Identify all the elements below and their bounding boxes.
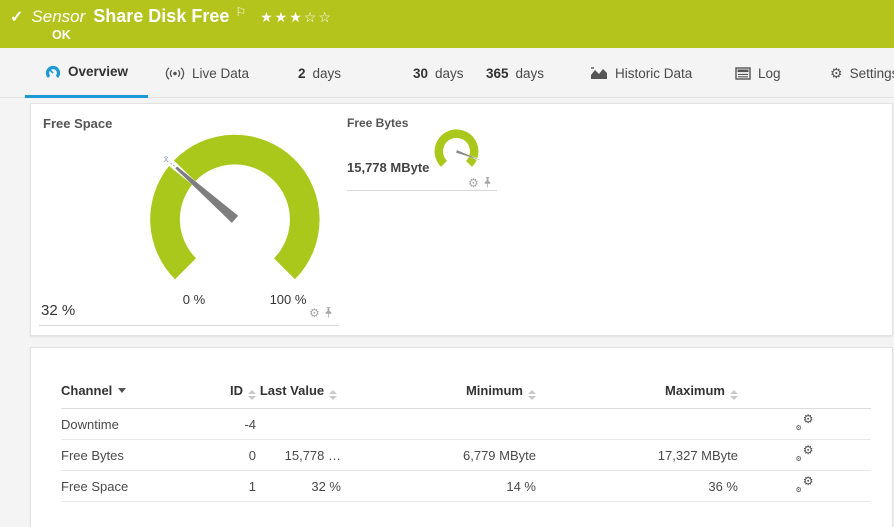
tab-label: Historic Data: [615, 66, 692, 81]
overview-gauges-panel: Free Space x̄ 0 % 100 % 32 % ⚙ Free Byte…: [30, 103, 893, 336]
channel-maximum: [536, 409, 738, 440]
tab-label: Log: [758, 66, 781, 81]
tab-log[interactable]: Log: [735, 48, 781, 98]
sensor-status-bar: ✓ Sensor Share Disk Free ⚐ ★★★☆☆ OK: [0, 0, 894, 48]
free-space-gauge-title: Free Space: [43, 116, 112, 131]
channel-settings-icon[interactable]: ⚙⚙: [796, 477, 814, 493]
live-data-icon: [165, 66, 185, 81]
tab-365-days[interactable]: 365 days: [486, 48, 544, 98]
channel-last-value: 15,778 …: [256, 440, 341, 471]
sort-arrows-icon: [248, 390, 256, 400]
sensor-type-label: Sensor: [31, 7, 85, 27]
stars-empty[interactable]: ☆☆: [304, 9, 333, 25]
priority-stars[interactable]: ★★★☆☆: [260, 9, 333, 26]
gauge-scale-min: 0 %: [164, 292, 224, 307]
free-space-gauge: x̄: [129, 108, 341, 320]
channel-name[interactable]: Downtime: [61, 409, 216, 440]
channel-name[interactable]: Free Bytes: [61, 440, 216, 471]
tab-label: days: [313, 66, 342, 81]
log-list-icon: [735, 67, 751, 80]
sort-caret-icon: [118, 388, 126, 393]
sort-arrows-icon: [528, 390, 536, 400]
sort-arrows-icon: [730, 390, 738, 400]
tab-settings[interactable]: ⚙ Settings: [830, 48, 894, 98]
sort-arrows-icon: [329, 390, 337, 400]
channel-id: 1: [216, 471, 256, 502]
channel-last-value: [256, 409, 341, 440]
area-chart-icon: [590, 66, 608, 80]
channel-name[interactable]: Free Space: [61, 471, 216, 502]
channel-minimum: 14 %: [341, 471, 536, 502]
tab-label: Live Data: [192, 66, 249, 81]
divider: [39, 325, 339, 326]
column-header-settings: [738, 382, 871, 409]
gauge-scale-max: 100 %: [253, 292, 323, 307]
column-header-last-value[interactable]: Last Value: [256, 382, 341, 409]
tab-number: 30: [413, 66, 428, 81]
tab-label: days: [516, 66, 545, 81]
channel-minimum: [341, 409, 536, 440]
tab-label: days: [435, 66, 464, 81]
table-header-row: Channel ID Last Value Minimum Maximum: [61, 382, 871, 409]
column-header-minimum[interactable]: Minimum: [341, 382, 536, 409]
gear-icon: ⚙: [830, 65, 843, 82]
channel-maximum: 36 %: [536, 471, 738, 502]
prtg-sensor-page: ✓ Sensor Share Disk Free ⚐ ★★★☆☆ OK Over…: [0, 0, 894, 527]
free-bytes-gauge: [427, 121, 486, 180]
channel-maximum: 17,327 MByte: [536, 440, 738, 471]
stars-filled[interactable]: ★★★: [260, 9, 304, 25]
status-badge: OK: [52, 28, 71, 42]
tab-2-days[interactable]: 2 days: [298, 48, 341, 98]
channel-settings-icon[interactable]: ⚙⚙: [796, 446, 814, 462]
gauge-controls: ⚙: [309, 306, 333, 320]
pin-icon[interactable]: [483, 177, 492, 189]
tab-number: 2: [298, 66, 306, 81]
tab-label: Overview: [68, 64, 128, 79]
gauge-controls: ⚙: [468, 176, 492, 190]
sensor-title: Share Disk Free: [93, 6, 229, 27]
free-bytes-current-value: 15,778 MByte: [347, 160, 429, 175]
free-bytes-gauge-title: Free Bytes: [347, 116, 408, 130]
tab-30-days[interactable]: 30 days: [413, 48, 464, 98]
table-row: Free Space 1 32 % 14 % 36 % ⚙⚙: [61, 471, 871, 502]
average-marker: x̄: [164, 154, 169, 165]
pin-icon[interactable]: [324, 307, 333, 319]
gauge-settings-icon[interactable]: ⚙: [468, 176, 479, 190]
tab-overview[interactable]: Overview: [25, 48, 148, 98]
divider: [347, 190, 497, 191]
table-row: Downtime -4 ⚙⚙: [61, 409, 871, 440]
channel-table: Channel ID Last Value Minimum Maximum: [61, 382, 871, 502]
channels-panel: Channel ID Last Value Minimum Maximum: [30, 347, 893, 527]
channel-last-value: 32 %: [256, 471, 341, 502]
tab-live-data[interactable]: Live Data: [165, 48, 249, 98]
tab-bar: Overview Live Data 2 days 30 days 365 da…: [0, 48, 894, 98]
channel-id: -4: [216, 409, 256, 440]
tab-historic-data[interactable]: Historic Data: [590, 48, 692, 98]
channel-minimum: 6,779 MByte: [341, 440, 536, 471]
free-space-current-value: 32 %: [41, 302, 75, 319]
priority-flag-icon[interactable]: ⚐: [235, 5, 246, 19]
column-header-id[interactable]: ID: [216, 382, 256, 409]
channel-settings-icon[interactable]: ⚙⚙: [796, 415, 814, 431]
tab-number: 365: [486, 66, 509, 81]
column-header-channel[interactable]: Channel: [61, 382, 216, 409]
gauge-settings-icon[interactable]: ⚙: [309, 306, 320, 320]
channel-id: 0: [216, 440, 256, 471]
ok-check-icon: ✓: [10, 7, 23, 27]
column-header-maximum[interactable]: Maximum: [536, 382, 738, 409]
table-row: Free Bytes 0 15,778 … 6,779 MByte 17,327…: [61, 440, 871, 471]
gauge-icon: [45, 64, 61, 80]
tab-label: Settings: [850, 66, 894, 81]
